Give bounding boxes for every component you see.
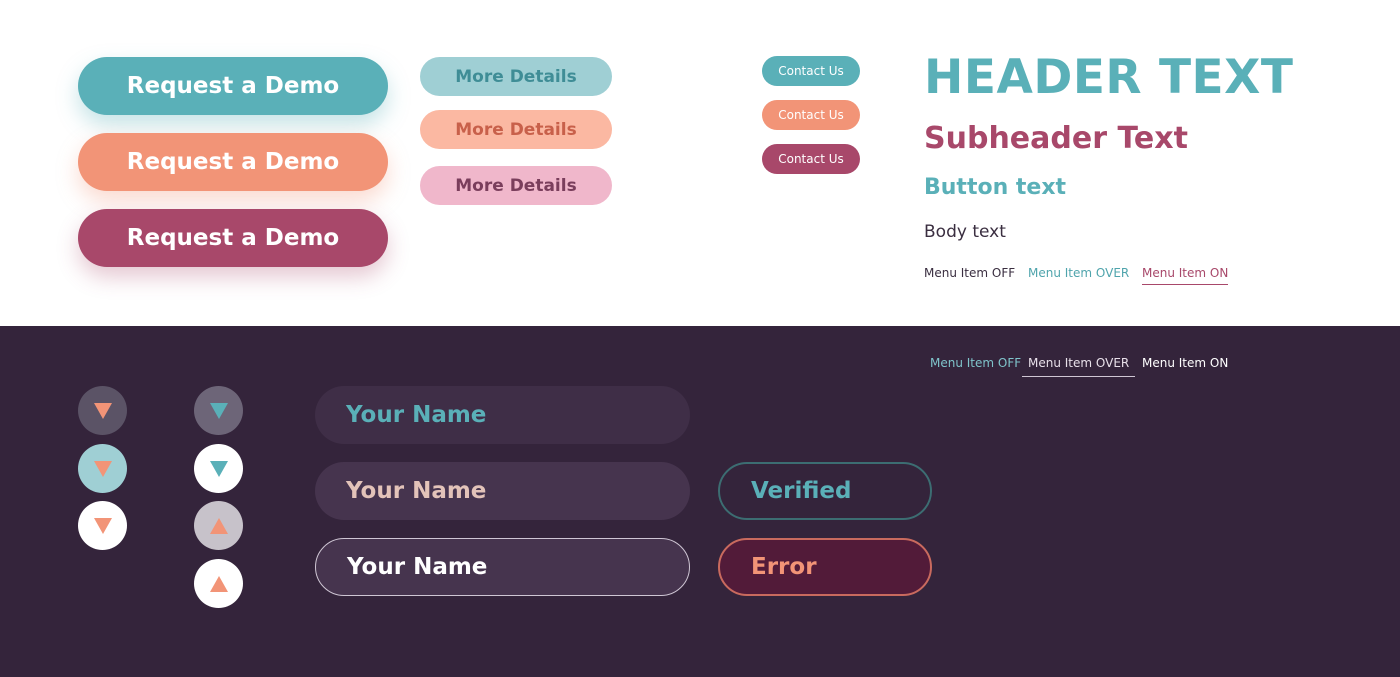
- scroll-up-button-default[interactable]: [194, 501, 243, 550]
- chevron-down-icon: [93, 517, 112, 534]
- chevron-down-icon: [209, 402, 228, 419]
- scroll-button-hover[interactable]: [78, 444, 127, 493]
- chevron-up-icon: [209, 575, 228, 592]
- scroll-down-button-active[interactable]: [194, 444, 243, 493]
- light-style-panel: Request a Demo Request a Demo Request a …: [0, 0, 1400, 326]
- button-text-sample: Button text: [924, 175, 1067, 200]
- menu-item-off-dark[interactable]: Menu Item OFF: [930, 356, 1021, 370]
- error-field[interactable]: Error: [718, 538, 932, 596]
- menu-item-off-light[interactable]: Menu Item OFF: [924, 266, 1015, 280]
- request-demo-button-berry[interactable]: Request a Demo: [78, 209, 388, 267]
- more-details-button-coral[interactable]: More Details: [420, 110, 612, 149]
- menu-item-on-light[interactable]: Menu Item ON: [1142, 266, 1229, 285]
- scroll-button-active[interactable]: [78, 501, 127, 550]
- more-details-button-pink[interactable]: More Details: [420, 166, 612, 205]
- request-demo-button-teal[interactable]: Request a Demo: [78, 57, 388, 115]
- name-input-hover[interactable]: Your Name: [315, 462, 690, 520]
- scroll-up-button-active[interactable]: [194, 559, 243, 608]
- chevron-down-icon: [209, 460, 228, 477]
- menu-item-on-dark[interactable]: Menu Item ON: [1142, 356, 1228, 370]
- name-input-default[interactable]: Your Name: [315, 386, 690, 444]
- contact-us-button-teal[interactable]: Contact Us: [762, 56, 860, 86]
- name-input-focused[interactable]: Your Name: [315, 538, 690, 596]
- chevron-down-icon: [93, 402, 112, 419]
- request-demo-button-coral[interactable]: Request a Demo: [78, 133, 388, 191]
- menu-item-over-light[interactable]: Menu Item OVER: [1028, 266, 1129, 280]
- contact-us-button-coral[interactable]: Contact Us: [762, 100, 860, 130]
- contact-us-button-berry[interactable]: Contact Us: [762, 144, 860, 174]
- more-details-button-teal[interactable]: More Details: [420, 57, 612, 96]
- subheader-text-sample: Subheader Text: [924, 121, 1188, 156]
- scroll-button-default[interactable]: [78, 386, 127, 435]
- scroll-down-button-default[interactable]: [194, 386, 243, 435]
- dark-style-panel: Menu Item OFF Menu Item OVER Menu Item O…: [0, 326, 1400, 677]
- verified-field[interactable]: Verified: [718, 462, 932, 520]
- body-text-sample: Body text: [924, 222, 1006, 242]
- header-text-sample: HEADER TEXT: [924, 50, 1294, 105]
- chevron-up-icon: [209, 517, 228, 534]
- chevron-down-icon: [93, 460, 112, 477]
- menu-item-over-dark[interactable]: Menu Item OVER: [1022, 356, 1136, 377]
